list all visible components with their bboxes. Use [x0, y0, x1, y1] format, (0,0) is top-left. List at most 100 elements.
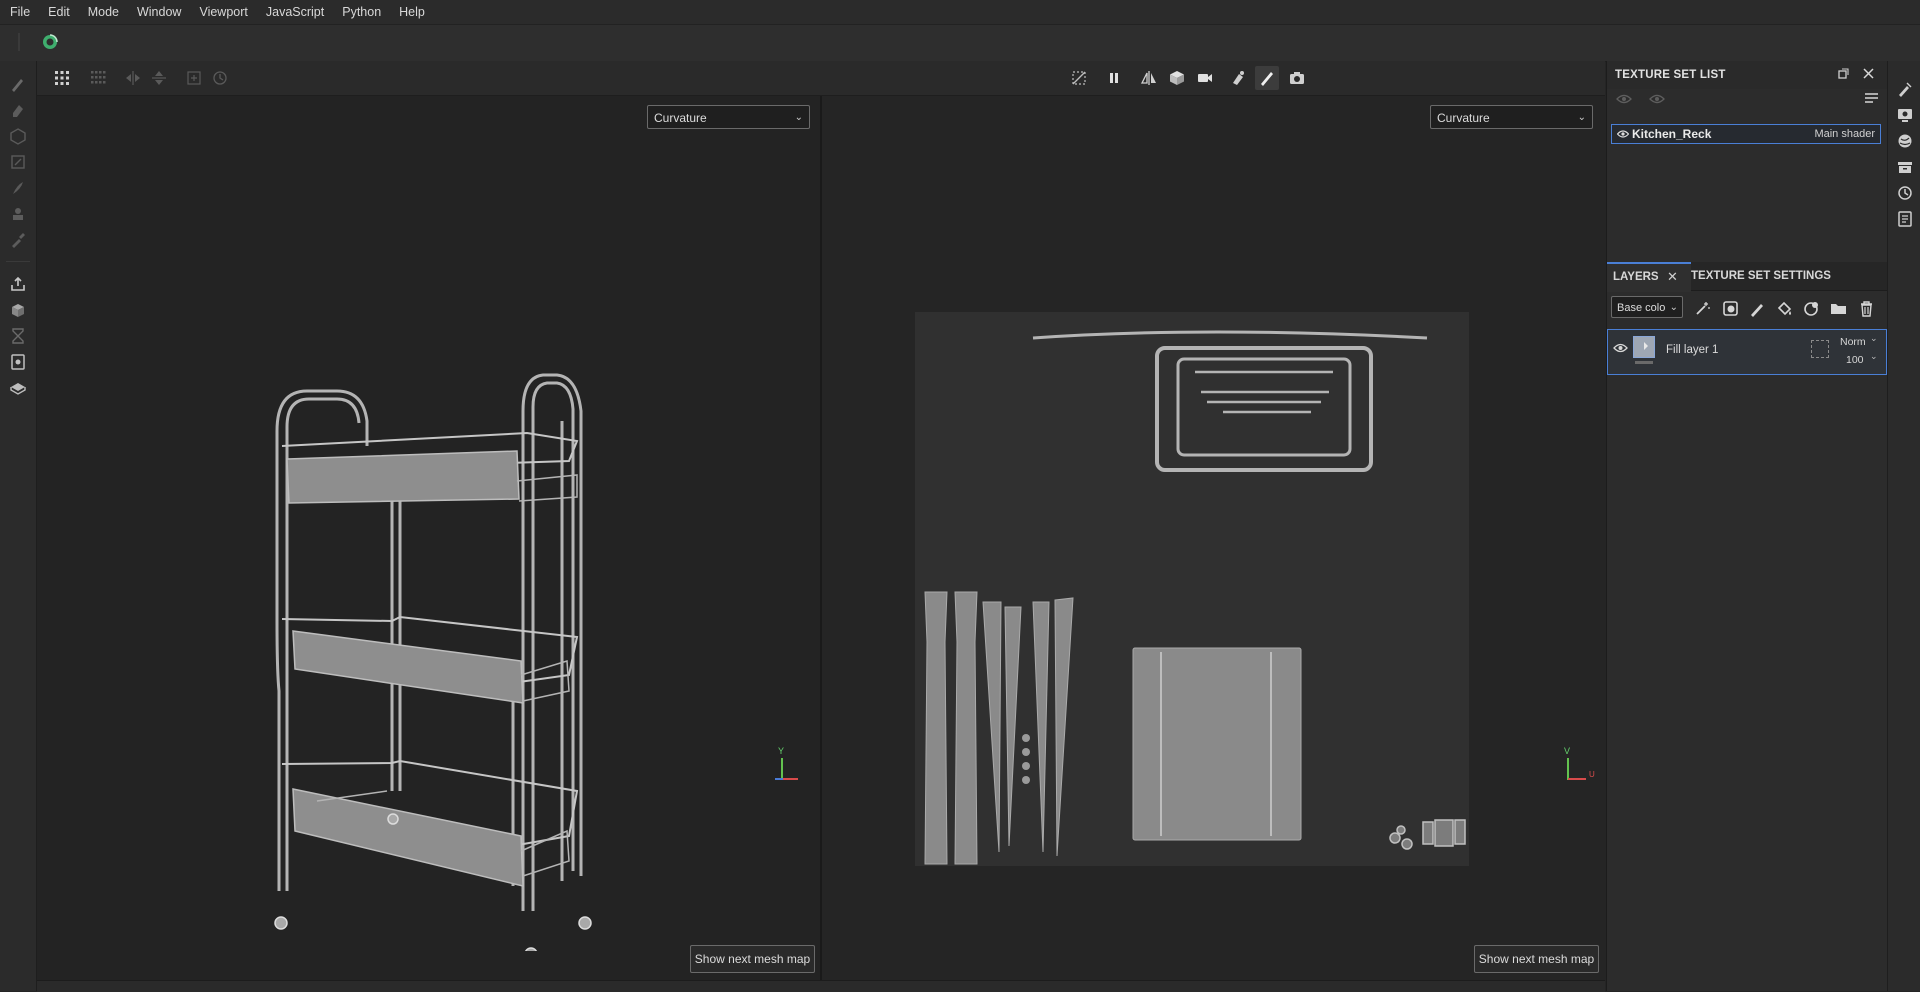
chevron-down-icon: ⌄ — [1669, 302, 1678, 313]
visibility-eye-icon[interactable] — [1616, 128, 1630, 142]
assets-box-icon[interactable] — [1895, 157, 1915, 177]
add-smart-material-icon[interactable] — [1800, 297, 1822, 319]
menu-bar: File Edit Mode Window Viewport JavaScrip… — [0, 0, 1920, 24]
delete-layer-icon[interactable] — [1855, 297, 1877, 319]
eraser-icon[interactable] — [6, 98, 30, 122]
right-panel: TEXTURE SET LIST Kitchen_Reck Main shade… — [1606, 61, 1887, 991]
smudge-icon[interactable] — [6, 176, 30, 200]
pause-icon[interactable] — [1102, 66, 1126, 90]
layer-visibility-eye-icon[interactable] — [1613, 342, 1628, 357]
layer-mask-slot[interactable] — [1811, 340, 1829, 358]
menu-javascript[interactable]: JavaScript — [257, 0, 333, 24]
show-next-mesh-map-button-3d[interactable]: Show next mesh map — [690, 945, 815, 973]
menu-file[interactable]: File — [0, 0, 39, 24]
tab-layers-label: LAYERS — [1613, 271, 1659, 283]
split-view-icon[interactable] — [1137, 66, 1161, 90]
axis-v-line — [1567, 758, 1569, 780]
list-settings-icon[interactable] — [1864, 91, 1879, 109]
axis-y-line — [781, 758, 783, 780]
add-mask-icon[interactable] — [1719, 297, 1741, 319]
screenshot-camera-icon[interactable] — [1285, 66, 1309, 90]
kitchen-rack-model — [274, 373, 592, 951]
mirror-y-icon[interactable] — [147, 66, 171, 90]
menu-viewport[interactable]: Viewport — [190, 0, 256, 24]
document-settings-icon[interactable] — [6, 350, 30, 374]
clone-stamp-icon[interactable] — [6, 202, 30, 226]
layers-toolbar: Base colo ⌄ — [1607, 293, 1887, 323]
display-settings-icon[interactable] — [1895, 105, 1915, 125]
left-toolbar — [0, 61, 37, 991]
display-settings-icon[interactable] — [6, 376, 30, 400]
chevron-down-icon: ⌄ — [1577, 112, 1586, 123]
chevron-down-icon: ⌄ — [1870, 333, 1878, 343]
mirror-x-icon[interactable] — [121, 66, 145, 90]
cube-view-icon[interactable] — [1165, 66, 1189, 90]
layer-opacity[interactable]: 100 — [1846, 354, 1864, 366]
axis-v-label: V — [1564, 746, 1571, 756]
plugin-logo-icon[interactable] — [42, 34, 58, 50]
viewport-3d[interactable]: Curvature ⌄ Y Show next mesh map — [37, 96, 820, 980]
viewport-2d[interactable]: Curvature ⌄ V U Show next mesh map — [822, 96, 1605, 980]
menu-python[interactable]: Python — [333, 0, 390, 24]
menu-help[interactable]: Help — [390, 0, 434, 24]
texture-set-list-title: TEXTURE SET LIST — [1615, 69, 1726, 81]
history-icon[interactable] — [1895, 183, 1915, 203]
solo-visibility-icon[interactable] — [1649, 93, 1665, 108]
hide-all-icon[interactable] — [1616, 93, 1632, 108]
layers-tab-bar: LAYERS ✕ TEXTURE SET SETTINGS — [1607, 262, 1887, 292]
layer-thumbnail[interactable] — [1633, 336, 1655, 358]
show-next-mesh-map-button-2d[interactable]: Show next mesh map — [1474, 945, 1599, 973]
hourglass-icon[interactable] — [6, 324, 30, 348]
log-document-icon[interactable] — [1895, 209, 1915, 229]
chevron-down-icon: ⌄ — [1870, 351, 1878, 361]
texture-set-shader[interactable]: Main shader — [1814, 128, 1875, 140]
close-icon[interactable]: ✕ — [1667, 264, 1678, 290]
add-folder-icon[interactable] — [1827, 297, 1849, 319]
polygon-fill-icon[interactable] — [6, 150, 30, 174]
add-fill-layer-icon[interactable] — [1773, 297, 1795, 319]
hide-wireframe-icon[interactable] — [1067, 66, 1091, 90]
menu-mode[interactable]: Mode — [79, 0, 128, 24]
channel-dropdown-2d-value: Curvature — [1437, 111, 1490, 125]
layer-channel-dropdown[interactable]: Base colo ⌄ — [1611, 296, 1683, 318]
viewport-toolbar — [37, 61, 1605, 96]
toolbar-divider — [6, 261, 30, 262]
menu-edit[interactable]: Edit — [39, 0, 79, 24]
axis-u-line — [1568, 778, 1586, 780]
axis-z-line — [775, 778, 783, 780]
right-icon-strip — [1887, 61, 1920, 991]
add-effect-icon[interactable] — [1691, 297, 1713, 319]
layer-row[interactable]: Fill layer 1 Norm ⌄ 100 ⌄ — [1607, 329, 1887, 375]
channel-dropdown-3d[interactable]: Curvature ⌄ — [647, 105, 810, 129]
layer-channel-value: Base colo — [1617, 302, 1666, 314]
uv-islands — [924, 330, 1466, 865]
tab-layers[interactable]: LAYERS ✕ — [1607, 262, 1691, 292]
grid-view-icon[interactable] — [50, 66, 74, 90]
close-icon[interactable] — [1862, 67, 1875, 83]
channel-dropdown-3d-value: Curvature — [654, 111, 707, 125]
color-picker-icon[interactable] — [6, 228, 30, 252]
history-icon[interactable] — [208, 66, 232, 90]
paint-brush-icon[interactable] — [6, 72, 30, 96]
axis-y-label: Y — [778, 746, 785, 756]
lighting-icon[interactable] — [1226, 66, 1250, 90]
add-paint-layer-icon[interactable] — [1746, 297, 1768, 319]
layer-thumbnail-bar — [1635, 361, 1653, 364]
shelf-brush-icon[interactable] — [1895, 79, 1915, 99]
texture-set-name: Kitchen_Reck — [1632, 127, 1712, 141]
environment-globe-icon[interactable] — [1895, 131, 1915, 151]
maximize-icon[interactable] — [1837, 68, 1849, 83]
projection-icon[interactable] — [6, 124, 30, 148]
paint-mode-icon[interactable] — [1255, 66, 1279, 90]
camera-video-icon[interactable] — [1193, 66, 1217, 90]
add-frame-icon[interactable] — [182, 66, 206, 90]
channel-dropdown-2d[interactable]: Curvature ⌄ — [1430, 105, 1593, 129]
bake-mesh-maps-icon[interactable] — [6, 298, 30, 322]
tab-texture-set-settings[interactable]: TEXTURE SET SETTINGS — [1685, 262, 1837, 290]
texture-set-row[interactable]: Kitchen_Reck Main shader — [1611, 124, 1881, 144]
menu-window[interactable]: Window — [128, 0, 190, 24]
dense-grid-icon[interactable] — [86, 66, 110, 90]
export-icon[interactable] — [6, 272, 30, 296]
layer-blend-mode[interactable]: Norm — [1840, 336, 1866, 348]
layer-name[interactable]: Fill layer 1 — [1666, 344, 1718, 356]
